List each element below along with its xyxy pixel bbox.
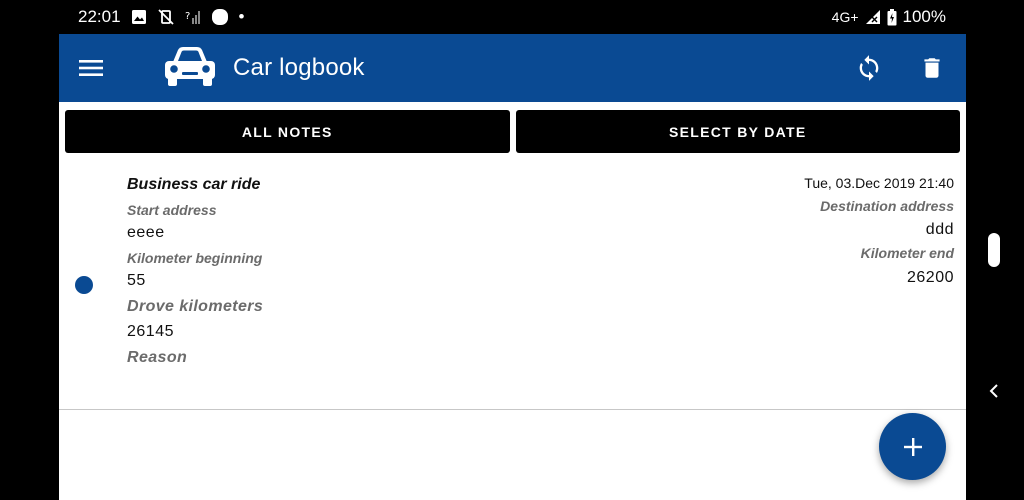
select-by-date-button[interactable]: SELECT BY DATE bbox=[515, 110, 960, 153]
battery-icon bbox=[887, 8, 897, 26]
logbook-entry[interactable]: Business car ride Start address eeee Kil… bbox=[59, 164, 966, 410]
start-address-value: eeee bbox=[127, 224, 165, 241]
battery-percent: 100% bbox=[902, 7, 946, 26]
reason-label: Reason bbox=[127, 349, 188, 366]
home-pill[interactable] bbox=[988, 233, 1000, 267]
back-button[interactable] bbox=[986, 380, 1002, 402]
menu-button[interactable] bbox=[77, 54, 105, 82]
back-chevron-icon bbox=[989, 384, 998, 398]
svg-text:?: ? bbox=[185, 11, 190, 22]
all-notes-button[interactable]: ALL NOTES bbox=[65, 110, 510, 153]
no-vibrate-icon bbox=[157, 8, 175, 26]
menu-icon bbox=[79, 60, 103, 76]
drove-km-label: Drove kilometers bbox=[127, 298, 264, 315]
signal-icon bbox=[865, 9, 881, 25]
car-icon bbox=[163, 44, 217, 88]
entry-title: Business car ride bbox=[127, 176, 261, 193]
add-entry-button[interactable] bbox=[879, 413, 946, 480]
circle-app-icon bbox=[211, 8, 229, 26]
filter-row: ALL NOTES SELECT BY DATE bbox=[65, 110, 960, 153]
sync-button[interactable] bbox=[855, 54, 883, 82]
start-address-label: Start address bbox=[127, 202, 217, 218]
status-bar-right: 4G+ 100% bbox=[832, 7, 946, 27]
network-type: 4G+ bbox=[831, 9, 859, 25]
delete-button[interactable] bbox=[919, 54, 945, 82]
destination-address-value: ddd bbox=[925, 221, 954, 238]
app-title: Car logbook bbox=[233, 54, 365, 81]
entry-dot-icon bbox=[75, 276, 93, 294]
app-window: Car logbook ALL NOTES SELECT BY DATE Bus… bbox=[59, 34, 966, 500]
plus-icon bbox=[903, 437, 922, 456]
status-time: 22:01 bbox=[78, 7, 121, 26]
app-bar: Car logbook bbox=[59, 34, 966, 102]
image-icon bbox=[131, 9, 147, 25]
status-dot: • bbox=[238, 7, 245, 26]
status-bar: 22:01 ? • 4G+ 100% bbox=[0, 0, 1024, 34]
delete-icon bbox=[924, 58, 940, 78]
no-signal-icon: ? bbox=[185, 9, 201, 25]
destination-address-label: Destination address bbox=[820, 198, 954, 214]
entry-date: Tue, 03.Dec 2019 21:40 bbox=[804, 175, 954, 191]
km-end-value: 26200 bbox=[907, 269, 954, 286]
km-end-label: Kilometer end bbox=[860, 245, 954, 261]
status-bar-left: 22:01 ? • bbox=[78, 7, 245, 27]
sync-icon bbox=[859, 55, 879, 81]
km-beginning-value: 55 bbox=[127, 272, 146, 289]
drove-km-value: 26145 bbox=[127, 323, 174, 340]
km-beginning-label: Kilometer beginning bbox=[127, 250, 263, 266]
